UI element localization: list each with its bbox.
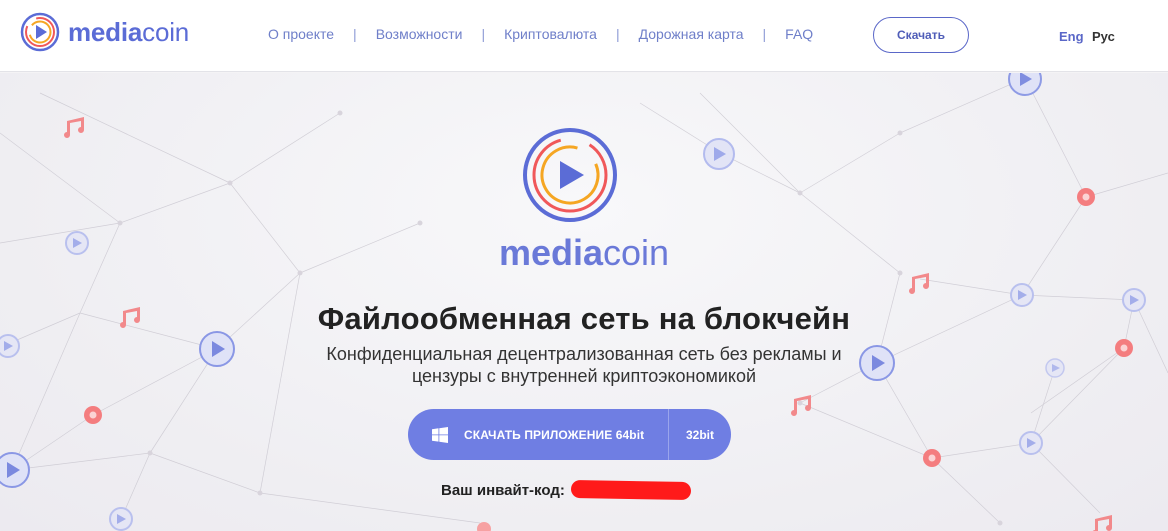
gear-icon: [1115, 339, 1133, 357]
logo-text-coin: coin: [142, 17, 190, 47]
gear-icon: [923, 449, 941, 467]
download-32bit-button[interactable]: 32bit: [669, 409, 731, 460]
download-64bit-label: СКАЧАТЬ ПРИЛОЖЕНИЕ 64bit: [464, 427, 645, 442]
play-icon: [199, 331, 235, 367]
mediacoin-logo-icon: [20, 12, 60, 52]
logo-text-media: media: [68, 17, 143, 47]
nav-item-roadmap[interactable]: Дорожная карта: [639, 26, 744, 42]
invite-code-redacted: [570, 479, 692, 501]
play-icon: [0, 452, 30, 488]
gear-icon: [1077, 188, 1095, 206]
hero-brand-text: mediacoin: [0, 235, 1168, 271]
music-note-icon: [909, 273, 929, 294]
nav-separator: |: [353, 26, 357, 42]
play-icon: [0, 334, 20, 358]
play-icon: [1045, 358, 1065, 378]
hero-section: mediacoin Файлообменная сеть на блокчейн…: [0, 73, 1168, 531]
nav-separator: |: [481, 26, 486, 42]
lang-rus-link[interactable]: Рус: [1092, 29, 1115, 44]
header-logo-text: mediacoin: [68, 19, 189, 45]
hero-logo-icon: [523, 128, 617, 222]
invite-code-label: Ваш инвайт-код:: [441, 481, 565, 499]
nav-item-faq[interactable]: FAQ: [785, 26, 813, 42]
music-note-icon: [791, 395, 811, 416]
hero-brand-media: media: [498, 232, 603, 273]
hero-title: Файлообменная сеть на блокчейн: [317, 301, 851, 336]
main-nav: О проекте | Возможности | Криптовалюта |…: [268, 26, 813, 42]
gear-icon: [477, 522, 491, 531]
gear-icon: [84, 406, 102, 424]
download-cta-group: СКАЧАТЬ ПРИЛОЖЕНИЕ 64bit 32bit: [408, 409, 731, 460]
hero-subtitle: Конфиденциальная децентрализованная сеть…: [326, 344, 842, 386]
play-icon: [1008, 73, 1042, 96]
download-64bit-button[interactable]: СКАЧАТЬ ПРИЛОЖЕНИЕ 64bit: [408, 409, 668, 460]
invite-code-row: Ваш инвайт-код:: [441, 479, 692, 501]
header-logo[interactable]: mediacoin: [20, 12, 189, 52]
nav-separator: |: [615, 26, 620, 42]
play-icon: [1019, 431, 1043, 455]
windows-icon: [432, 426, 448, 443]
music-note-icon: [1092, 515, 1112, 531]
hero-brand-coin: coin: [603, 232, 670, 273]
site-header: mediacoin О проекте | Возможности | Крип…: [0, 0, 1168, 72]
nav-separator: |: [762, 26, 767, 42]
nav-item-crypto[interactable]: Криптовалюта: [504, 26, 597, 42]
music-note-icon: [64, 117, 84, 138]
header-download-button[interactable]: Скачать: [873, 17, 969, 53]
play-icon: [703, 138, 735, 170]
play-icon: [109, 507, 133, 531]
nav-item-features[interactable]: Возможности: [376, 26, 463, 42]
nav-item-about[interactable]: О проекте: [268, 26, 334, 42]
lang-eng-link[interactable]: Eng: [1059, 29, 1084, 44]
